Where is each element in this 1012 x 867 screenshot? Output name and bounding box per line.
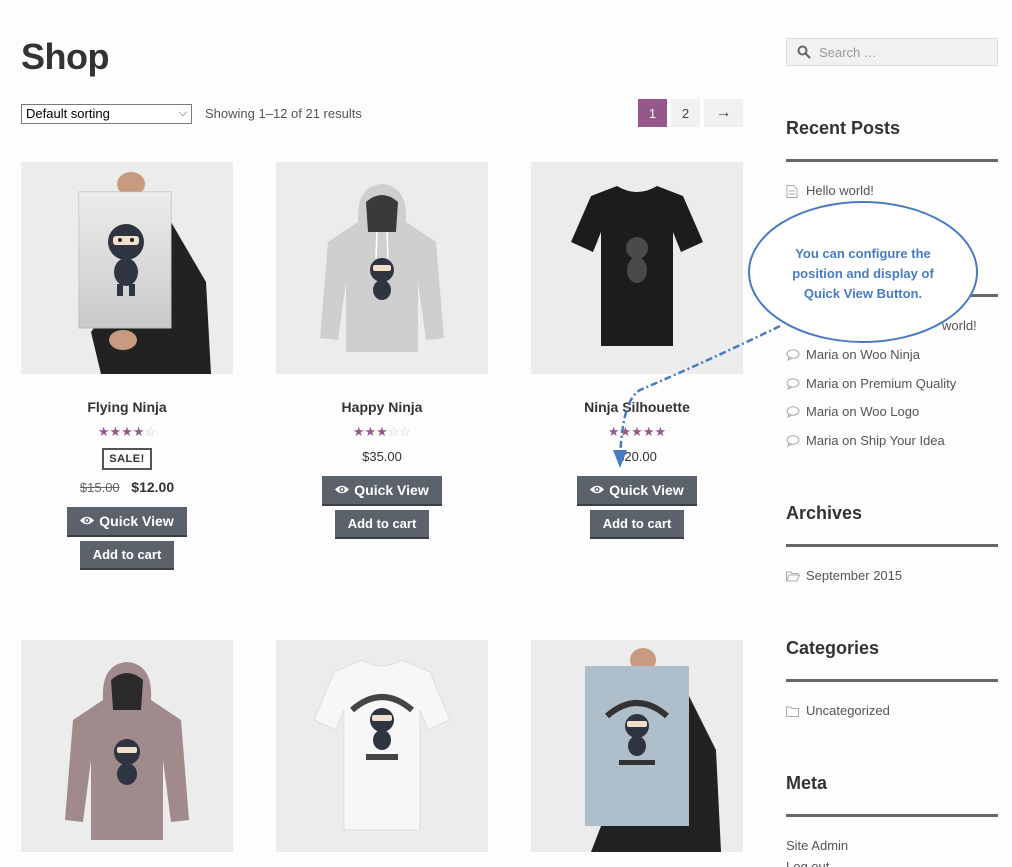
product-name[interactable]: Flying Ninja <box>21 399 233 415</box>
product-image[interactable] <box>276 640 488 852</box>
category-item[interactable]: Uncategorized <box>786 703 890 718</box>
divider <box>786 544 998 547</box>
search-icon <box>797 45 811 64</box>
product-image[interactable] <box>21 162 233 374</box>
add-to-cart-button[interactable]: Add to cart <box>335 510 429 539</box>
product-image[interactable] <box>531 640 743 852</box>
meta-item[interactable]: Site Admin <box>786 838 848 853</box>
quick-view-label: Quick View <box>354 482 429 498</box>
quick-view-button[interactable]: Quick View <box>322 476 442 506</box>
archive-link[interactable]: September 2015 <box>806 568 902 583</box>
page-2-button[interactable]: 2 <box>671 99 700 127</box>
product-card: Flying Ninja ★★★★☆ SALE! $15.00 $12.00 Q… <box>21 162 233 570</box>
search-placeholder: Search … <box>819 45 877 60</box>
divider <box>786 814 998 817</box>
folder-open-icon <box>786 570 801 582</box>
document-icon <box>786 184 800 198</box>
eye-icon <box>589 482 605 498</box>
pagination: 1 2 → <box>638 99 743 127</box>
recent-post-item[interactable]: Hello world! <box>786 183 874 198</box>
archives-title: Archives <box>786 503 863 523</box>
callout-arrow <box>613 324 781 468</box>
product-card: Happy Ninja ★★★☆☆ $35.00 Quick View Add … <box>276 162 488 539</box>
page-1-button[interactable]: 1 <box>638 99 667 127</box>
rating-stars: ★★★☆☆ <box>352 424 412 439</box>
meta-item[interactable]: Log out <box>786 859 829 867</box>
page-title: Shop <box>21 36 109 77</box>
recent-posts-title: Recent Posts <box>786 118 901 138</box>
divider <box>786 679 998 682</box>
product-price: $35.00 <box>276 449 488 464</box>
search-input[interactable]: Search … <box>786 38 998 66</box>
comment-link[interactable]: Maria on Woo Logo <box>806 404 919 419</box>
sorting-value: Default sorting <box>26 106 110 121</box>
add-to-cart-button[interactable]: Add to cart <box>80 541 174 570</box>
recent-comment-item[interactable]: Maria on Premium Quality <box>786 376 956 391</box>
add-to-cart-button[interactable]: Add to cart <box>590 510 684 539</box>
product-name[interactable]: Happy Ninja <box>276 399 488 415</box>
divider <box>786 159 998 162</box>
recent-comment-item[interactable]: Maria on Woo Ninja <box>786 347 920 362</box>
chevron-down-icon: ⌵ <box>178 107 187 119</box>
recent-comment-item[interactable]: Maria on Ship Your Idea <box>786 433 945 448</box>
product-image[interactable] <box>276 162 488 374</box>
folder-icon <box>786 705 800 717</box>
categories-title: Categories <box>786 638 880 658</box>
comment-link[interactable]: Maria on Woo Ninja <box>806 347 920 362</box>
quick-view-label: Quick View <box>609 482 684 498</box>
recent-comment-item[interactable]: Maria on Woo Logo <box>786 404 919 419</box>
sale-price: $12.00 <box>131 479 175 495</box>
callout-text: You can configure the position and displ… <box>792 246 934 301</box>
product-card <box>531 640 743 852</box>
result-count: Showing 1–12 of 21 results <box>205 106 362 121</box>
product-card <box>276 640 488 852</box>
quick-view-button[interactable]: Quick View <box>577 476 697 506</box>
sale-badge: SALE! <box>102 448 152 470</box>
sorting-select[interactable]: Default sorting ⌵ <box>21 104 192 124</box>
category-link[interactable]: Uncategorized <box>806 703 890 718</box>
comment-link[interactable]: Maria on Premium Quality <box>806 376 956 391</box>
meta-title: Meta <box>786 773 828 793</box>
comment-link[interactable]: Maria on Ship Your Idea <box>806 433 945 448</box>
product-image[interactable] <box>21 640 233 852</box>
next-page-button[interactable]: → <box>704 99 743 127</box>
product-card <box>21 640 233 852</box>
price: $35.00 <box>362 449 402 464</box>
eye-icon <box>79 513 95 529</box>
old-price: $15.00 <box>79 480 120 495</box>
recent-post-link[interactable]: Hello world! <box>806 183 874 198</box>
rating-stars: ★★★★☆ <box>97 424 157 439</box>
eye-icon <box>334 482 350 498</box>
quick-view-label: Quick View <box>99 513 174 529</box>
quick-view-button[interactable]: Quick View <box>67 507 187 537</box>
archive-item[interactable]: September 2015 <box>786 568 902 583</box>
product-price: $15.00 $12.00 <box>21 479 233 495</box>
